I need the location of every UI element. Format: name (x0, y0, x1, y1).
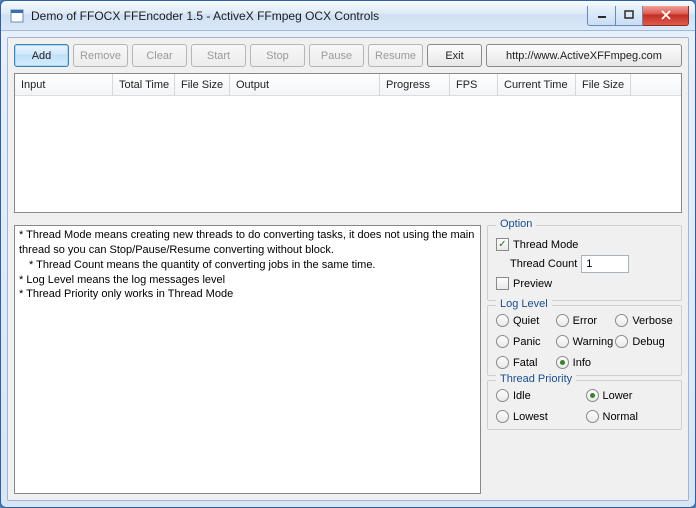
loglevel-label: Warning (573, 336, 614, 348)
priority-label: Lowest (513, 411, 548, 423)
thread-count-input[interactable] (581, 255, 629, 273)
loglevel-radio[interactable] (556, 335, 569, 348)
loglevel-label: Quiet (513, 315, 539, 327)
priority-normal[interactable]: Normal (586, 410, 674, 423)
preview-label: Preview (513, 278, 552, 290)
priority-radio[interactable] (496, 410, 509, 423)
log-line: * Thread Count means the quantity of con… (19, 258, 476, 273)
log-line: * Log Level means the log messages level (19, 274, 225, 286)
loglevel-radio[interactable] (556, 314, 569, 327)
job-list-header: Input Total Time File Size Output Progre… (15, 74, 681, 96)
loglevel-radio[interactable] (556, 356, 569, 369)
priority-radio[interactable] (586, 410, 599, 423)
col-file-size[interactable]: File Size (175, 74, 230, 95)
start-button[interactable]: Start (191, 44, 246, 67)
side-options: Option Thread Mode Thread Count Preview (487, 225, 682, 494)
maximize-button[interactable] (615, 6, 643, 26)
job-list[interactable]: Input Total Time File Size Output Progre… (14, 73, 682, 213)
col-progress[interactable]: Progress (380, 74, 450, 95)
option-group: Option Thread Mode Thread Count Preview (487, 225, 682, 301)
col-spacer (631, 74, 681, 95)
loglevel-label: Debug (632, 336, 664, 348)
col-fps[interactable]: FPS (450, 74, 498, 95)
loglevel-debug[interactable]: Debug (615, 335, 673, 348)
remove-button[interactable]: Remove (73, 44, 128, 67)
loglevel-group-title: Log Level (496, 298, 552, 310)
add-button[interactable]: Add (14, 44, 69, 67)
resume-button[interactable]: Resume (368, 44, 423, 67)
app-icon (9, 8, 25, 24)
app-window: Demo of FFOCX FFEncoder 1.5 - ActiveX FF… (0, 0, 696, 508)
col-total-time[interactable]: Total Time (113, 74, 175, 95)
thread-count-label: Thread Count (510, 258, 577, 270)
url-button[interactable]: http://www.ActiveXFFmpeg.com (486, 44, 682, 67)
priority-idle[interactable]: Idle (496, 389, 584, 402)
thread-mode-label: Thread Mode (513, 239, 578, 251)
loglevel-label: Verbose (632, 315, 672, 327)
priority-radios: Idle Lower Lowest Normal (496, 389, 673, 423)
window-title: Demo of FFOCX FFEncoder 1.5 - ActiveX FF… (31, 9, 587, 23)
priority-radio[interactable] (586, 389, 599, 402)
loglevel-fatal[interactable]: Fatal (496, 356, 554, 369)
log-textarea[interactable]: * Thread Mode means creating new threads… (14, 225, 481, 494)
loglevel-radio[interactable] (615, 314, 628, 327)
log-line: * Thread Priority only works in Thread M… (19, 288, 233, 300)
priority-group: Thread Priority IdleLowerLowestNormal (487, 380, 682, 430)
loglevel-label: Fatal (513, 357, 537, 369)
loglevel-label: Panic (513, 336, 541, 348)
exit-button[interactable]: Exit (427, 44, 482, 67)
thread-mode-checkbox[interactable] (496, 238, 509, 251)
thread-count-row: Thread Count (496, 255, 673, 273)
priority-group-title: Thread Priority (496, 373, 576, 385)
loglevel-info[interactable]: Info (556, 356, 614, 369)
window-controls (587, 6, 689, 26)
job-list-body (15, 96, 681, 212)
priority-lower[interactable]: Lower (586, 389, 674, 402)
client-area: Add Remove Clear Start Stop Pause Resume… (7, 37, 689, 501)
loglevel-verbose[interactable]: Verbose (615, 314, 673, 327)
loglevel-radio[interactable] (496, 335, 509, 348)
thread-mode-row: Thread Mode (496, 238, 673, 251)
preview-checkbox[interactable] (496, 277, 509, 290)
stop-button[interactable]: Stop (250, 44, 305, 67)
col-current-time[interactable]: Current Time (498, 74, 576, 95)
priority-lowest[interactable]: Lowest (496, 410, 584, 423)
loglevel-label: Error (573, 315, 597, 327)
col-output[interactable]: Output (230, 74, 380, 95)
toolbar: Add Remove Clear Start Stop Pause Resume… (14, 44, 682, 67)
bottom-panel: * Thread Mode means creating new threads… (14, 225, 682, 494)
clear-button[interactable]: Clear (132, 44, 187, 67)
loglevel-quiet[interactable]: Quiet (496, 314, 554, 327)
loglevel-panic[interactable]: Panic (496, 335, 554, 348)
loglevel-group: Log Level QuietErrorVerbosePanicWarningD… (487, 305, 682, 376)
pause-button[interactable]: Pause (309, 44, 364, 67)
loglevel-error[interactable]: Error (556, 314, 614, 327)
loglevel-radio[interactable] (615, 335, 628, 348)
option-group-title: Option (496, 218, 536, 230)
title-bar: Demo of FFOCX FFEncoder 1.5 - ActiveX FF… (1, 1, 695, 31)
priority-radio[interactable] (496, 389, 509, 402)
col-input[interactable]: Input (15, 74, 113, 95)
loglevel-radios: Quiet Error Verbose Panic Warning Debug Fatal I… (496, 314, 673, 369)
priority-label: Idle (513, 390, 531, 402)
log-line: * Thread Mode means creating new threads… (19, 229, 474, 256)
minimize-button[interactable] (587, 6, 615, 26)
col-file-size-2[interactable]: File Size (576, 74, 631, 95)
loglevel-warning[interactable]: Warning (556, 335, 614, 348)
priority-label: Lower (603, 390, 633, 402)
loglevel-radio[interactable] (496, 356, 509, 369)
loglevel-radio[interactable] (496, 314, 509, 327)
close-button[interactable] (643, 6, 689, 26)
loglevel-label: Info (573, 357, 591, 369)
preview-row: Preview (496, 277, 673, 290)
priority-label: Normal (603, 411, 638, 423)
